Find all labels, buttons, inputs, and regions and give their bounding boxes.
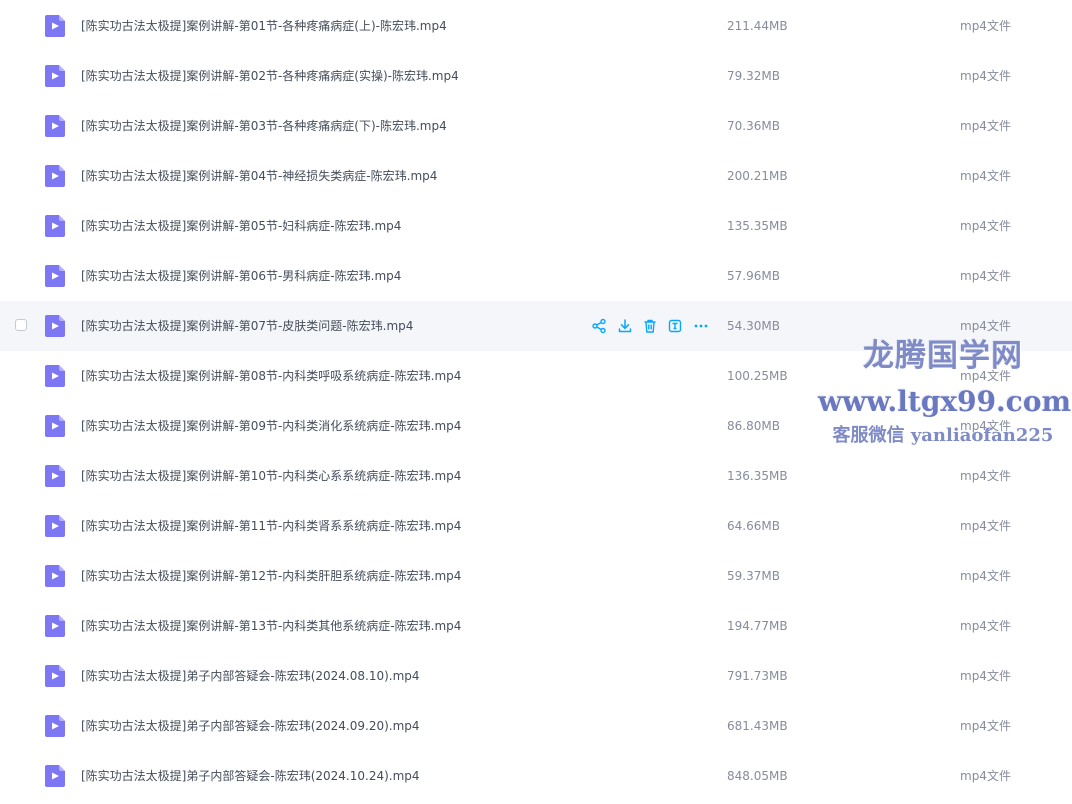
file-row[interactable]: [陈实功古法太极提]弟子内部答疑会-陈宏玮(2024.08.10).mp4 791… — [0, 651, 1072, 701]
file-row[interactable]: [陈实功古法太极提]案例讲解-第09节-内科类消化系统病症-陈宏玮.mp4 86.… — [0, 401, 1072, 451]
video-file-icon — [45, 265, 65, 287]
file-size: 211.44MB — [727, 19, 788, 33]
file-size: 136.35MB — [727, 469, 788, 483]
video-file-icon — [45, 665, 65, 687]
file-name[interactable]: [陈实功古法太极提]案例讲解-第13节-内科类其他系统病症-陈宏玮.mp4 — [81, 601, 461, 651]
row-checkbox[interactable] — [15, 319, 27, 331]
video-file-icon — [45, 165, 65, 187]
file-type: mp4文件 — [960, 119, 1011, 133]
file-type: mp4文件 — [960, 619, 1011, 633]
file-type: mp4文件 — [960, 469, 1011, 483]
file-name[interactable]: [陈实功古法太极提]案例讲解-第09节-内科类消化系统病症-陈宏玮.mp4 — [81, 401, 461, 451]
video-file-icon — [45, 715, 65, 737]
file-row[interactable]: [陈实功古法太极提]案例讲解-第04节-神经损失类病症-陈宏玮.mp4 200.2… — [0, 151, 1072, 201]
file-name[interactable]: [陈实功古法太极提]案例讲解-第05节-妇科病症-陈宏玮.mp4 — [81, 201, 401, 251]
file-type: mp4文件 — [960, 319, 1011, 333]
file-name[interactable]: [陈实功古法太极提]案例讲解-第08节-内科类呼吸系统病症-陈宏玮.mp4 — [81, 351, 461, 401]
video-file-icon — [45, 515, 65, 537]
file-type: mp4文件 — [960, 719, 1011, 733]
file-name[interactable]: [陈实功古法太极提]案例讲解-第07节-皮肤类问题-陈宏玮.mp4 — [81, 301, 413, 351]
file-name[interactable]: [陈实功古法太极提]案例讲解-第02节-各种疼痛病症(实操)-陈宏玮.mp4 — [81, 51, 459, 101]
file-size: 135.35MB — [727, 219, 788, 233]
file-size: 59.37MB — [727, 569, 780, 583]
video-file-icon — [45, 465, 65, 487]
file-row[interactable]: [陈实功古法太极提]案例讲解-第13节-内科类其他系统病症-陈宏玮.mp4 194… — [0, 601, 1072, 651]
video-file-icon — [45, 215, 65, 237]
file-type: mp4文件 — [960, 569, 1011, 583]
file-name[interactable]: [陈实功古法太极提]案例讲解-第03节-各种疼痛病症(下)-陈宏玮.mp4 — [81, 101, 447, 151]
more-icon[interactable] — [692, 317, 710, 335]
file-row[interactable]: [陈实功古法太极提]案例讲解-第06节-男科病症-陈宏玮.mp4 57.96MB m… — [0, 251, 1072, 301]
file-type: mp4文件 — [960, 519, 1011, 533]
file-size: 79.32MB — [727, 69, 780, 83]
file-size: 57.96MB — [727, 269, 780, 283]
file-row[interactable]: [陈实功古法太极提]案例讲解-第11节-内科类肾系系统病症-陈宏玮.mp4 64.… — [0, 501, 1072, 551]
file-row[interactable]: [陈实功古法太极提]案例讲解-第02节-各种疼痛病症(实操)-陈宏玮.mp4 79… — [0, 51, 1072, 101]
file-type: mp4文件 — [960, 219, 1011, 233]
file-name[interactable]: [陈实功古法太极提]案例讲解-第11节-内科类肾系系统病症-陈宏玮.mp4 — [81, 501, 461, 551]
file-row[interactable]: [陈实功古法太极提]案例讲解-第01节-各种疼痛病症(上)-陈宏玮.mp4 211… — [0, 1, 1072, 51]
file-name[interactable]: [陈实功古法太极提]案例讲解-第10节-内科类心系系统病症-陈宏玮.mp4 — [81, 451, 461, 501]
file-name[interactable]: [陈实功古法太极提]弟子内部答疑会-陈宏玮(2024.10.24).mp4 — [81, 751, 420, 801]
file-size: 848.05MB — [727, 769, 788, 783]
file-size: 64.66MB — [727, 519, 780, 533]
file-name[interactable]: [陈实功古法太极提]案例讲解-第04节-神经损失类病症-陈宏玮.mp4 — [81, 151, 437, 201]
file-type: mp4文件 — [960, 769, 1011, 783]
file-type: mp4文件 — [960, 69, 1011, 83]
file-type: mp4文件 — [960, 169, 1011, 183]
file-size: 54.30MB — [727, 319, 780, 333]
file-row[interactable]: [陈实功古法太极提]案例讲解-第12节-内科类肝胆系统病症-陈宏玮.mp4 59.… — [0, 551, 1072, 601]
file-size: 100.25MB — [727, 369, 788, 383]
file-name[interactable]: [陈实功古法太极提]弟子内部答疑会-陈宏玮(2024.09.20).mp4 — [81, 701, 420, 751]
file-type: mp4文件 — [960, 269, 1011, 283]
video-file-icon — [45, 115, 65, 137]
file-type: mp4文件 — [960, 19, 1011, 33]
file-row[interactable]: [陈实功古法太极提]弟子内部答疑会-陈宏玮(2024.10.24).mp4 848… — [0, 751, 1072, 801]
video-file-icon — [45, 415, 65, 437]
file-type: mp4文件 — [960, 669, 1011, 683]
video-file-icon — [45, 565, 65, 587]
file-list: [陈实功古法太极提]案例讲解-第01节-各种疼痛病症(上)-陈宏玮.mp4 211… — [0, 1, 1072, 801]
file-size: 86.80MB — [727, 419, 780, 433]
rename-icon[interactable] — [666, 317, 684, 335]
file-name[interactable]: [陈实功古法太极提]弟子内部答疑会-陈宏玮(2024.08.10).mp4 — [81, 651, 420, 701]
file-row[interactable]: [陈实功古法太极提]案例讲解-第08节-内科类呼吸系统病症-陈宏玮.mp4 100… — [0, 351, 1072, 401]
delete-icon[interactable] — [641, 317, 659, 335]
file-row[interactable]: [陈实功古法太极提]弟子内部答疑会-陈宏玮(2024.09.20).mp4 681… — [0, 701, 1072, 751]
video-file-icon — [45, 65, 65, 87]
video-file-icon — [45, 615, 65, 637]
file-row[interactable]: [陈实功古法太极提]案例讲解-第05节-妇科病症-陈宏玮.mp4 135.35MB… — [0, 201, 1072, 251]
video-file-icon — [45, 765, 65, 787]
file-name[interactable]: [陈实功古法太极提]案例讲解-第01节-各种疼痛病症(上)-陈宏玮.mp4 — [81, 1, 447, 51]
video-file-icon — [45, 315, 65, 337]
file-type: mp4文件 — [960, 369, 1011, 383]
file-size: 200.21MB — [727, 169, 788, 183]
download-icon[interactable] — [616, 317, 634, 335]
video-file-icon — [45, 365, 65, 387]
video-file-icon — [45, 15, 65, 37]
file-name[interactable]: [陈实功古法太极提]案例讲解-第12节-内科类肝胆系统病症-陈宏玮.mp4 — [81, 551, 461, 601]
file-size: 791.73MB — [727, 669, 788, 683]
file-size: 194.77MB — [727, 619, 788, 633]
file-name[interactable]: [陈实功古法太极提]案例讲解-第06节-男科病症-陈宏玮.mp4 — [81, 251, 401, 301]
file-size: 681.43MB — [727, 719, 788, 733]
file-type: mp4文件 — [960, 419, 1011, 433]
share-icon[interactable] — [590, 317, 608, 335]
file-row[interactable]: [陈实功古法太极提]案例讲解-第03节-各种疼痛病症(下)-陈宏玮.mp4 70.… — [0, 101, 1072, 151]
file-size: 70.36MB — [727, 119, 780, 133]
file-row[interactable]: [陈实功古法太极提]案例讲解-第07节-皮肤类问题-陈宏玮.mp4 54.30MB… — [0, 301, 1072, 351]
file-row[interactable]: [陈实功古法太极提]案例讲解-第10节-内科类心系系统病症-陈宏玮.mp4 136… — [0, 451, 1072, 501]
